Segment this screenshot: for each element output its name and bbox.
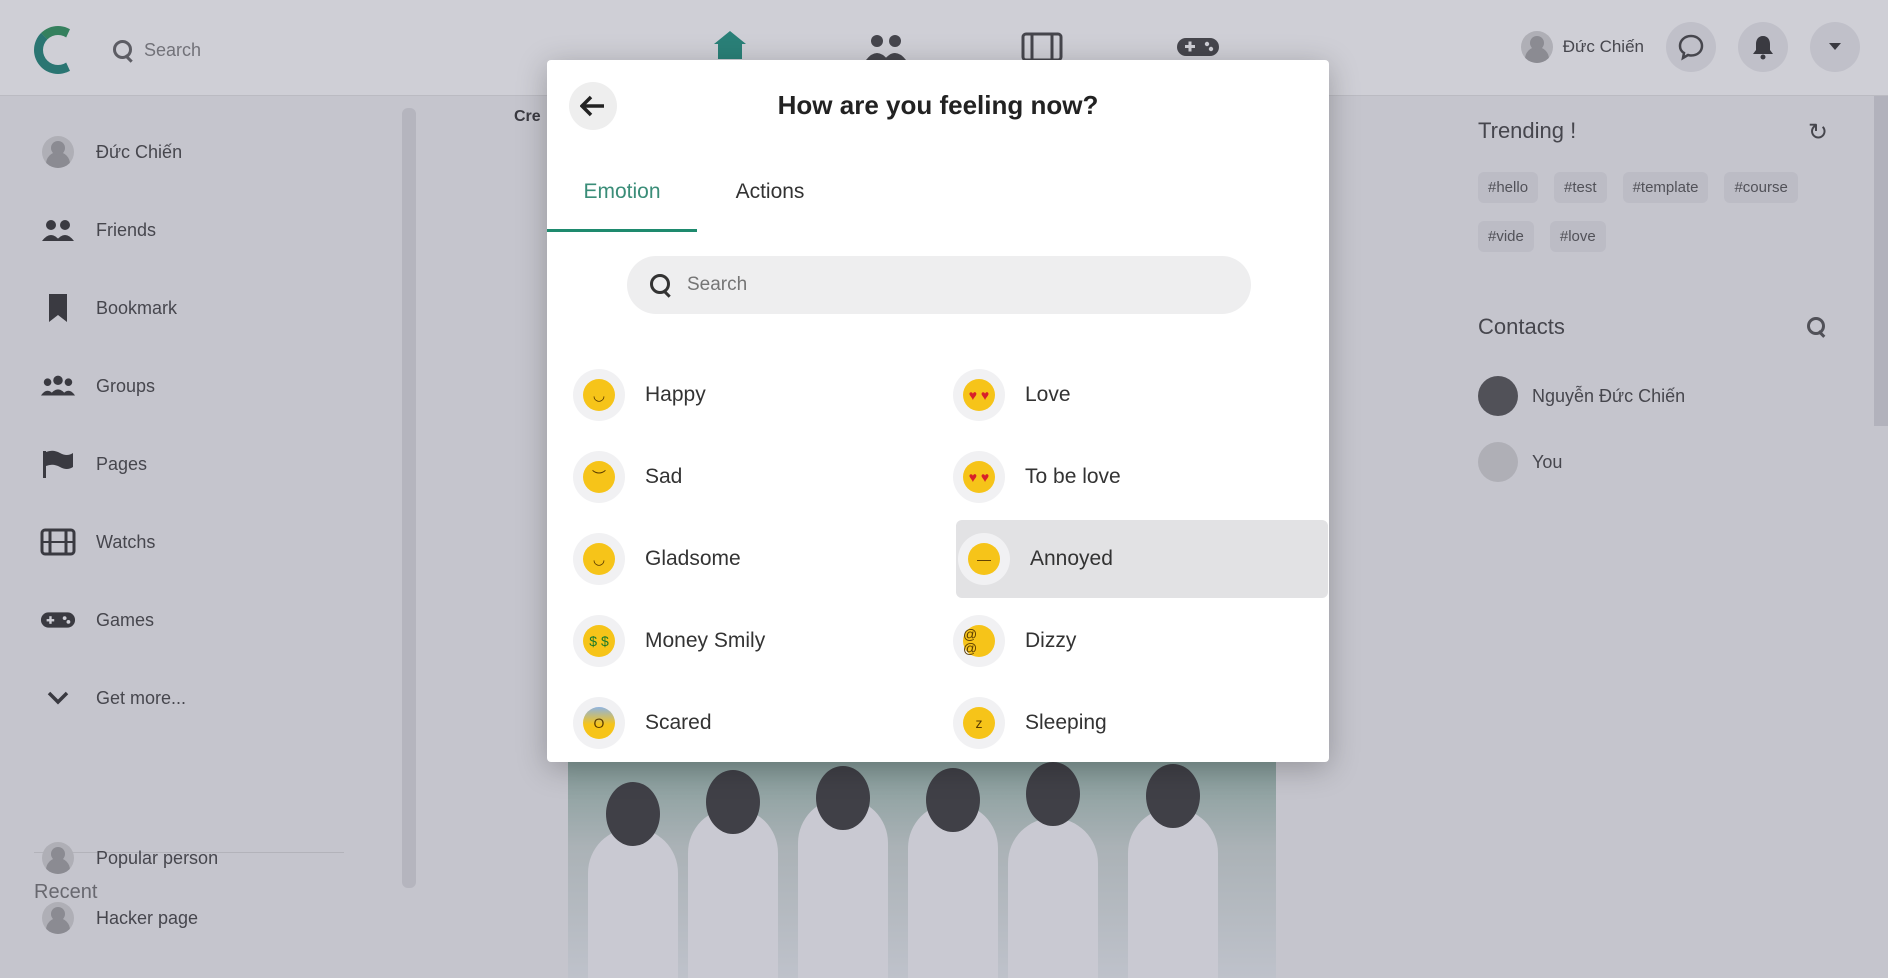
emoji-badge: ︶	[573, 451, 625, 503]
emotion-item-gladsome[interactable]: ◡ Gladsome	[571, 520, 943, 598]
emotion-item-dizzy[interactable]: @ @ Dizzy	[951, 602, 1323, 680]
emotion-item-sleeping[interactable]: z Sleeping	[951, 684, 1323, 762]
emotion-label: Sleeping	[1025, 711, 1107, 734]
emoji-badge: $ $	[573, 615, 625, 667]
emotion-label: Annoyed	[1030, 547, 1113, 570]
money-mouth-emoji-icon: $ $	[583, 625, 615, 657]
emotion-label: Sad	[645, 465, 683, 488]
search-icon	[649, 273, 673, 297]
emotion-search[interactable]	[627, 256, 1251, 314]
modal-header: How are you feeling now?	[547, 60, 1329, 152]
happy-emoji-icon: ◡	[583, 379, 615, 411]
emoji-badge: z	[953, 697, 1005, 749]
emotion-item-happy[interactable]: ◡ Happy	[571, 356, 943, 434]
modal-tabs: Emotion Actions	[547, 180, 1329, 232]
emoji-badge: ◡	[573, 533, 625, 585]
tab-actions[interactable]: Actions	[715, 180, 825, 232]
scared-emoji-icon: O	[583, 707, 615, 739]
heart-eyes-emoji-icon: ♥ ♥	[963, 461, 995, 493]
emotion-item-love[interactable]: ♥ ♥ Love	[951, 356, 1323, 434]
emotion-item-to-be-love[interactable]: ♥ ♥ To be love	[951, 438, 1323, 516]
emoji-badge: O	[573, 697, 625, 749]
emotion-label: Love	[1025, 383, 1071, 406]
emotion-label: Happy	[645, 383, 706, 406]
feeling-modal: How are you feeling now? Emotion Actions…	[547, 60, 1329, 762]
emotion-label: To be love	[1025, 465, 1121, 488]
emoji-badge: ♥ ♥	[953, 369, 1005, 421]
emotion-label: Money Smily	[645, 629, 766, 652]
smile-emoji-icon: ◡	[583, 543, 615, 575]
tab-emotion[interactable]: Emotion	[547, 180, 697, 232]
emotion-search-input[interactable]	[687, 274, 1207, 296]
emotion-item-annoyed[interactable]: — Annoyed	[956, 520, 1328, 598]
emoji-badge: —	[958, 533, 1010, 585]
emotion-label: Dizzy	[1025, 629, 1077, 652]
dizzy-emoji-icon: @ @	[963, 625, 995, 657]
emotion-item-money-smily[interactable]: $ $ Money Smily	[571, 602, 943, 680]
modal-title: How are you feeling now?	[777, 90, 1099, 120]
emotion-item-sad[interactable]: ︶ Sad	[571, 438, 943, 516]
sleeping-emoji-icon: z	[963, 707, 995, 739]
heart-eyes-emoji-icon: ♥ ♥	[963, 379, 995, 411]
annoyed-emoji-icon: —	[968, 543, 1000, 575]
emoji-badge: @ @	[953, 615, 1005, 667]
emotion-label: Gladsome	[645, 547, 741, 570]
emotion-item-scared[interactable]: O Scared	[571, 684, 943, 762]
emoji-badge: ♥ ♥	[953, 451, 1005, 503]
emoji-badge: ◡	[573, 369, 625, 421]
sad-emoji-icon: ︶	[583, 461, 615, 493]
emotion-label: Scared	[645, 711, 712, 734]
